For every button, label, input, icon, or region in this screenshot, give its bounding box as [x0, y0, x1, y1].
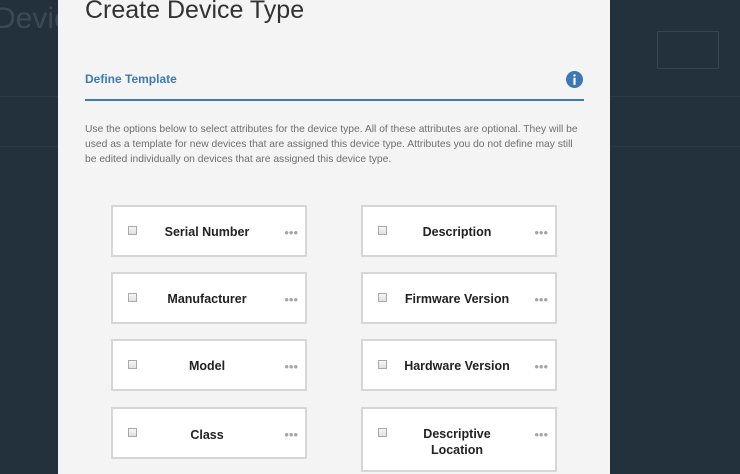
attribute-label: Class: [190, 428, 224, 442]
attribute-card-descriptive-location[interactable]: Descriptive Location •••: [361, 407, 557, 472]
attribute-card-description[interactable]: Description •••: [361, 205, 557, 257]
template-description: Use the options below to select attribut…: [85, 124, 578, 165]
attribute-card-model[interactable]: Model •••: [111, 339, 307, 391]
attribute-card-class[interactable]: Class •••: [111, 407, 307, 459]
model-checkbox[interactable]: [128, 360, 137, 369]
attribute-label: Manufacturer: [167, 292, 247, 306]
more-options-icon[interactable]: •••: [534, 226, 548, 239]
info-icon[interactable]: [566, 71, 583, 88]
manufacturer-checkbox[interactable]: [128, 293, 137, 302]
more-options-icon[interactable]: •••: [284, 428, 298, 441]
attribute-card-hardware-version[interactable]: Hardware Version •••: [361, 339, 557, 391]
more-options-icon[interactable]: •••: [284, 293, 298, 306]
more-options-icon[interactable]: •••: [534, 293, 548, 306]
description-checkbox[interactable]: [378, 226, 387, 235]
attribute-label: Serial Number: [164, 225, 250, 239]
firmware-version-checkbox[interactable]: [378, 293, 387, 302]
section-divider: [85, 99, 584, 101]
hardware-version-checkbox[interactable]: [378, 360, 387, 369]
attribute-card-firmware-version[interactable]: Firmware Version •••: [361, 272, 557, 324]
more-options-icon[interactable]: •••: [284, 226, 298, 239]
more-options-icon[interactable]: •••: [534, 360, 548, 373]
class-checkbox[interactable]: [128, 428, 137, 437]
serial-number-checkbox[interactable]: [128, 226, 137, 235]
more-options-icon[interactable]: •••: [284, 360, 298, 373]
attribute-label: Descriptive Location: [423, 427, 491, 457]
create-device-type-modal: Create Device Type Define Template Use t…: [58, 0, 610, 474]
background-button: [657, 31, 719, 69]
attribute-card-manufacturer[interactable]: Manufacturer •••: [111, 272, 307, 324]
section-title: Define Template: [85, 72, 177, 86]
attribute-card-serial-number[interactable]: Serial Number •••: [111, 205, 307, 257]
attribute-label: Firmware Version: [404, 292, 510, 306]
attribute-label: Description: [422, 225, 492, 239]
modal-title: Create Device Type: [85, 0, 305, 24]
more-options-icon[interactable]: •••: [534, 428, 548, 441]
descriptive-location-checkbox[interactable]: [378, 428, 387, 437]
attribute-label: Hardware Version: [404, 359, 510, 373]
attribute-label: Model: [188, 359, 226, 373]
